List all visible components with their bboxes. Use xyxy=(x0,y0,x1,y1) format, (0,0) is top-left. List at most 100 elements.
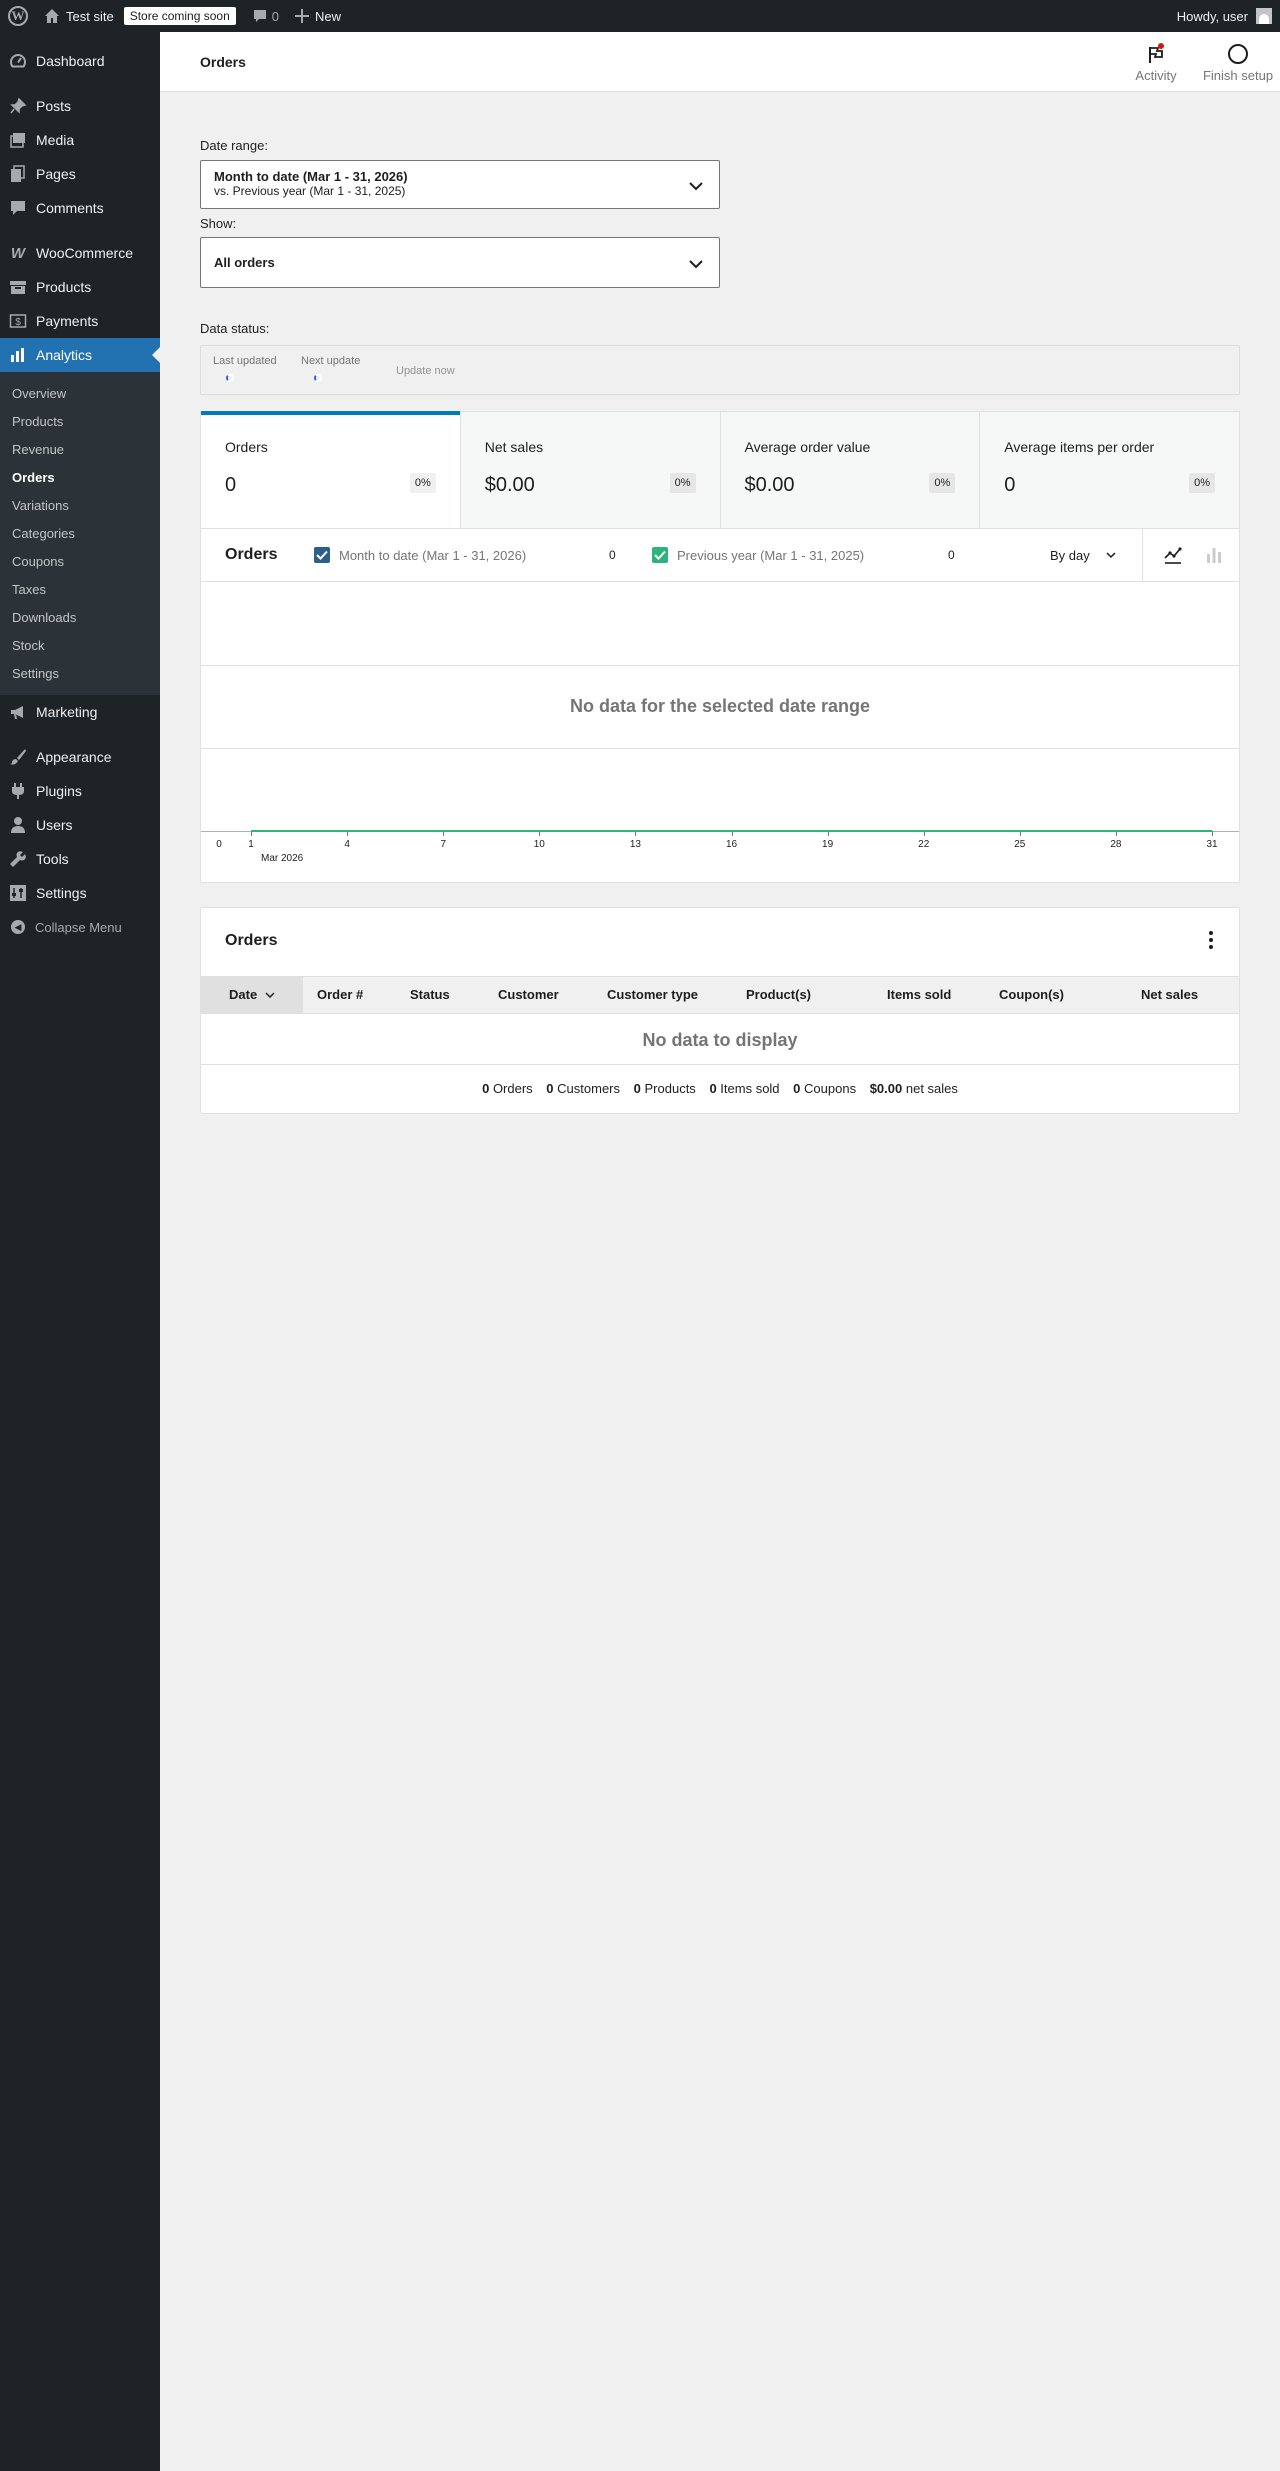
submenu-item-variations[interactable]: Variations xyxy=(0,491,160,519)
sidebar-item-marketing[interactable]: Marketing xyxy=(0,695,160,729)
submenu-item-overview[interactable]: Overview xyxy=(0,379,160,407)
chart-gridline xyxy=(201,748,1239,749)
user-icon xyxy=(8,815,28,835)
home-icon xyxy=(44,8,60,24)
column-header-label: Date xyxy=(229,987,258,1002)
summary-delta-badge: 0% xyxy=(1189,473,1215,493)
submenu-item-settings[interactable]: Settings xyxy=(0,659,160,687)
legend-value: 0 xyxy=(609,548,616,562)
legend-item-previous[interactable]: Previous year (Mar 1 - 31, 2025) xyxy=(652,547,864,563)
submenu-item-products[interactable]: Products xyxy=(0,407,160,435)
checkbox-checked-icon xyxy=(652,547,668,563)
submenu-item-orders[interactable]: Orders xyxy=(0,463,160,491)
dashboard-icon xyxy=(8,51,28,71)
settings-icon xyxy=(8,883,28,903)
sidebar-item-appearance[interactable]: Appearance xyxy=(0,740,160,774)
chart-header: Orders Month to date (Mar 1 - 31, 2026) … xyxy=(201,529,1239,582)
footer-value: 0 xyxy=(633,1081,641,1096)
more-vertical-icon[interactable] xyxy=(1209,931,1213,949)
sidebar-item-woocommerce[interactable]: W WooCommerce xyxy=(0,236,160,270)
submenu-item-taxes[interactable]: Taxes xyxy=(0,575,160,603)
legend-item-current[interactable]: Month to date (Mar 1 - 31, 2026) xyxy=(314,547,526,563)
sidebar-item-payments[interactable]: $ Payments xyxy=(0,304,160,338)
date-range-picker[interactable]: Month to date (Mar 1 - 31, 2026) vs. Pre… xyxy=(200,160,720,209)
admin-sidebar: Dashboard Posts Media Pages Comments W W… xyxy=(0,32,160,2471)
finish-setup-button[interactable]: Finish setup xyxy=(1196,42,1280,83)
site-name-menu[interactable]: Test site xyxy=(36,0,122,32)
sidebar-item-settings[interactable]: Settings xyxy=(0,876,160,910)
column-header-status[interactable]: Status xyxy=(410,977,450,1013)
store-coming-soon-badge[interactable]: Store coming soon xyxy=(122,0,244,32)
column-header-net-sales[interactable]: Net sales xyxy=(1141,977,1198,1013)
summary-item-average-order-value[interactable]: Average order value $0.00 0% xyxy=(720,412,981,528)
table-title: Orders xyxy=(225,932,278,949)
data-status-panel: Last updated Next update Update now xyxy=(200,345,1240,395)
update-now-button[interactable]: Update now xyxy=(396,365,455,377)
new-content-menu[interactable]: New xyxy=(287,0,349,32)
sidebar-item-analytics[interactable]: Analytics xyxy=(0,338,160,372)
column-header-date[interactable]: Date xyxy=(201,977,303,1013)
bar-chart-icon[interactable] xyxy=(1202,543,1226,567)
submenu-item-revenue[interactable]: Revenue xyxy=(0,435,160,463)
sidebar-item-label: Analytics xyxy=(36,347,93,363)
show-filter-select[interactable]: All orders xyxy=(200,237,720,288)
collapse-menu-button[interactable]: ◀ Collapse Menu xyxy=(0,910,160,944)
footer-label: Customers xyxy=(557,1081,621,1096)
loading-spinner-icon xyxy=(226,374,234,382)
sidebar-item-users[interactable]: Users xyxy=(0,808,160,842)
wordpress-logo-menu[interactable]: W xyxy=(0,0,36,32)
summary-item-orders[interactable]: Orders 0 0% xyxy=(201,411,461,528)
x-axis-tick-label: 31 xyxy=(1206,839,1218,850)
megaphone-icon xyxy=(8,702,28,722)
footer-products: 0 Products xyxy=(634,1081,696,1096)
column-header-customer-type[interactable]: Customer type xyxy=(607,977,698,1013)
sidebar-item-tools[interactable]: Tools xyxy=(0,842,160,876)
submenu-item-downloads[interactable]: Downloads xyxy=(0,603,160,631)
submenu-item-categories[interactable]: Categories xyxy=(0,519,160,547)
column-header-products[interactable]: Product(s) xyxy=(746,977,811,1013)
chevron-down-icon xyxy=(265,992,275,999)
footer-value: 0 xyxy=(546,1081,554,1096)
submenu-item-stock[interactable]: Stock xyxy=(0,631,160,659)
howdy-label: Howdy, user xyxy=(1176,8,1248,24)
activity-button[interactable]: Activity xyxy=(1132,42,1180,83)
footer-value: 0 xyxy=(709,1081,717,1096)
next-update-block: Next update xyxy=(301,355,360,382)
submenu-item-coupons[interactable]: Coupons xyxy=(0,547,160,575)
comment-icon xyxy=(8,198,28,218)
sidebar-item-comments[interactable]: Comments xyxy=(0,191,160,225)
collapse-arrow-icon: ◀ xyxy=(11,920,25,934)
footer-value: 0 xyxy=(482,1081,490,1096)
sidebar-item-label: Media xyxy=(36,132,75,148)
column-header-order-number[interactable]: Order # xyxy=(317,977,363,1013)
comments-menu[interactable]: 0 xyxy=(244,0,287,32)
orders-table-card: Orders Date Order # Status Customer Cust… xyxy=(200,907,1240,1114)
sidebar-item-plugins[interactable]: Plugins xyxy=(0,774,160,808)
sidebar-item-pages[interactable]: Pages xyxy=(0,157,160,191)
column-header-items-sold[interactable]: Items sold xyxy=(887,977,951,1013)
summary-label: Average order value xyxy=(744,439,871,455)
sidebar-item-posts[interactable]: Posts xyxy=(0,89,160,123)
sidebar-item-label: Marketing xyxy=(36,704,98,720)
page-title: Orders xyxy=(200,54,246,70)
sidebar-item-dashboard[interactable]: Dashboard xyxy=(0,44,160,78)
sidebar-item-products[interactable]: Products xyxy=(0,270,160,304)
interval-select[interactable]: By day xyxy=(1050,548,1116,563)
line-chart-icon[interactable] xyxy=(1161,543,1185,567)
summary-item-average-items-per-order[interactable]: Average items per order 0 0% xyxy=(980,412,1239,528)
table-summary-footer: 0 Orders 0 Customers 0 Products 0 Items … xyxy=(201,1081,1239,1096)
x-axis-tick-label: 0 xyxy=(216,839,222,850)
summary-value: $0.00 xyxy=(484,474,535,496)
x-axis-tick-label: 16 xyxy=(725,839,738,850)
pages-icon xyxy=(8,164,28,184)
chart-title: Orders xyxy=(225,546,278,563)
sidebar-item-label: WooCommerce xyxy=(36,245,133,261)
site-name-label: Test site xyxy=(66,8,114,24)
summary-item-net-sales[interactable]: Net sales $0.00 0% xyxy=(460,412,721,528)
column-header-customer[interactable]: Customer xyxy=(498,977,559,1013)
account-menu[interactable]: Howdy, user xyxy=(1169,0,1280,32)
summary-label: Orders xyxy=(225,439,268,455)
sidebar-item-label: Products xyxy=(36,279,92,295)
column-header-coupons[interactable]: Coupon(s) xyxy=(999,977,1064,1013)
sidebar-item-media[interactable]: Media xyxy=(0,123,160,157)
